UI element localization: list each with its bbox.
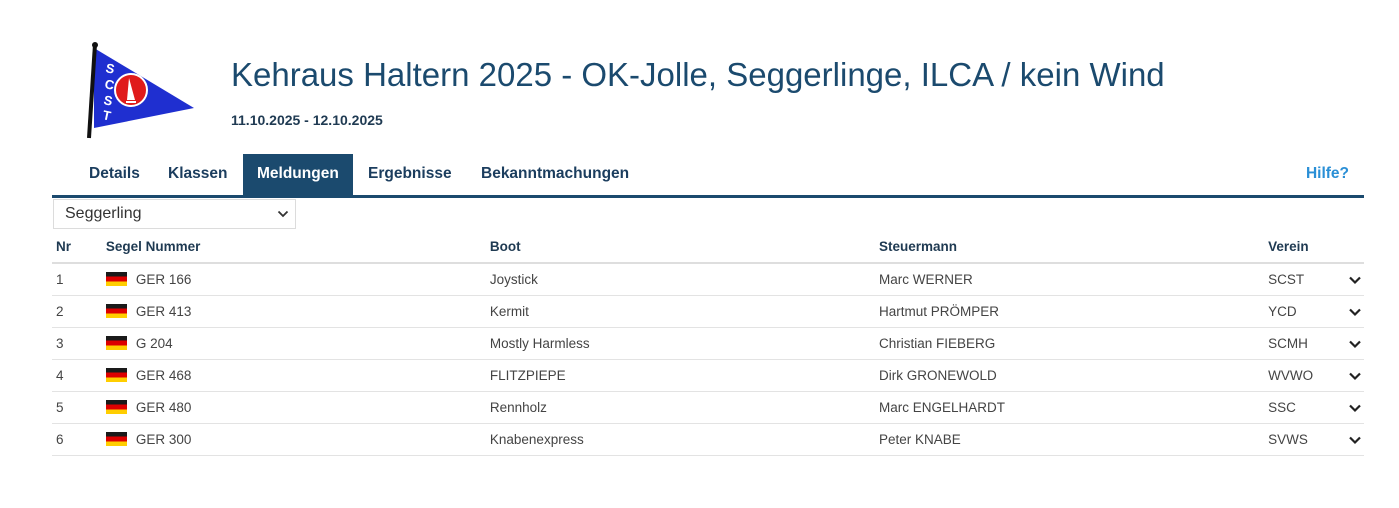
row-club: SCST	[1268, 263, 1348, 296]
row-nr: 6	[52, 423, 106, 456]
germany-flag-icon	[105, 400, 127, 415]
table-header-row: Nr Segel Nummer Boot Steuermann Verein	[52, 231, 1364, 264]
germany-flag-icon	[105, 272, 127, 287]
row-nr: 2	[52, 295, 106, 328]
chevron-down-icon[interactable]	[1348, 401, 1362, 415]
main-nav: Details Klassen Meldungen Ergebnisse Bek…	[52, 154, 1364, 198]
row-skipper: Peter KNABE	[878, 423, 1269, 456]
row-club: SVWS	[1268, 423, 1348, 456]
row-expand-cell	[1348, 295, 1364, 328]
table-row[interactable]: 1 GER 166 Joystick Marc WERNER SCST	[52, 263, 1364, 296]
row-skipper: Hartmut PRÖMPER	[878, 295, 1269, 328]
class-select[interactable]: Seggerling	[53, 199, 296, 229]
row-expand-cell	[1348, 423, 1364, 456]
row-expand-cell	[1348, 263, 1364, 296]
row-sail-number: GER 480	[105, 391, 490, 424]
sail-number-text: GER 413	[135, 304, 192, 319]
row-nr: 3	[52, 327, 106, 360]
chevron-down-icon[interactable]	[1348, 369, 1362, 383]
header-expand	[1348, 231, 1364, 264]
row-skipper: Dirk GRONEWOLD	[878, 359, 1269, 392]
row-sail-number: GER 166	[105, 263, 490, 296]
germany-flag-icon	[105, 336, 127, 351]
row-boat: FLITZPIEPE	[489, 359, 879, 392]
row-boat: Joystick	[489, 263, 879, 296]
row-nr: 1	[52, 263, 106, 296]
row-club: SCMH	[1268, 327, 1348, 360]
table-row[interactable]: 6 GER 300 Knabenexpress Peter KNABE SVWS	[52, 423, 1364, 456]
sail-number-text: GER 300	[135, 432, 192, 447]
row-club: WVWO	[1268, 359, 1348, 392]
row-boat: Rennholz	[489, 391, 879, 424]
sail-number-text: GER 480	[135, 400, 192, 415]
tab-details[interactable]: Details	[75, 154, 154, 195]
row-club: YCD	[1268, 295, 1348, 328]
row-boat: Knabenexpress	[489, 423, 879, 456]
row-expand-cell	[1348, 391, 1364, 424]
chevron-down-icon[interactable]	[1348, 305, 1362, 319]
tab-bekanntmachungen[interactable]: Bekanntmachungen	[467, 154, 643, 195]
header-sail-number: Segel Nummer	[105, 231, 490, 264]
germany-flag-icon	[105, 432, 127, 447]
event-dates: 11.10.2025 - 12.10.2025	[231, 112, 383, 128]
header-nr: Nr	[52, 231, 106, 264]
header-skipper: Steuermann	[878, 231, 1269, 264]
header-boat: Boot	[489, 231, 879, 264]
germany-flag-icon	[105, 304, 127, 319]
row-boat: Kermit	[489, 295, 879, 328]
chevron-down-icon[interactable]	[1348, 433, 1362, 447]
table-row[interactable]: 4 GER 468 FLITZPIEPE Dirk GRONEWOLD WVWO	[52, 359, 1364, 392]
table-row[interactable]: 2 GER 413 Kermit Hartmut PRÖMPER YCD	[52, 295, 1364, 328]
sail-number-text: GER 166	[135, 272, 192, 287]
club-burgee-logo: S C S T	[87, 42, 194, 139]
sail-number-text: G 204	[135, 336, 173, 351]
row-sail-number: G 204	[105, 327, 490, 360]
tab-meldungen[interactable]: Meldungen	[243, 154, 353, 195]
row-sail-number: GER 300	[105, 423, 490, 456]
table-row[interactable]: 3 G 204 Mostly Harmless Christian FIEBERG SC…	[52, 327, 1364, 360]
row-sail-number: GER 468	[105, 359, 490, 392]
row-skipper: Christian FIEBERG	[878, 327, 1269, 360]
page-title: Kehraus Haltern 2025 - OK-Jolle, Seggerl…	[231, 56, 1165, 93]
header-club: Verein	[1268, 231, 1348, 264]
row-club: SSC	[1268, 391, 1348, 424]
chevron-down-icon[interactable]	[1348, 273, 1362, 287]
chevron-down-icon[interactable]	[1348, 337, 1362, 351]
row-sail-number: GER 413	[105, 295, 490, 328]
row-expand-cell	[1348, 359, 1364, 392]
help-link[interactable]: Hilfe?	[1306, 154, 1349, 194]
row-boat: Mostly Harmless	[489, 327, 879, 360]
row-skipper: Marc ENGELHARDT	[878, 391, 1269, 424]
row-nr: 5	[52, 391, 106, 424]
germany-flag-icon	[105, 368, 127, 383]
row-skipper: Marc WERNER	[878, 263, 1269, 296]
row-nr: 4	[52, 359, 106, 392]
row-expand-cell	[1348, 327, 1364, 360]
class-select-value: Seggerling	[65, 205, 142, 222]
chevron-down-icon	[277, 210, 289, 218]
sail-number-text: GER 468	[135, 368, 192, 383]
tab-klassen[interactable]: Klassen	[154, 154, 241, 195]
table-row[interactable]: 5 GER 480 Rennholz Marc ENGELHARDT SSC	[52, 391, 1364, 424]
entries-table: Nr Segel Nummer Boot Steuermann Verein 1…	[52, 231, 1364, 456]
tab-ergebnisse[interactable]: Ergebnisse	[354, 154, 466, 195]
